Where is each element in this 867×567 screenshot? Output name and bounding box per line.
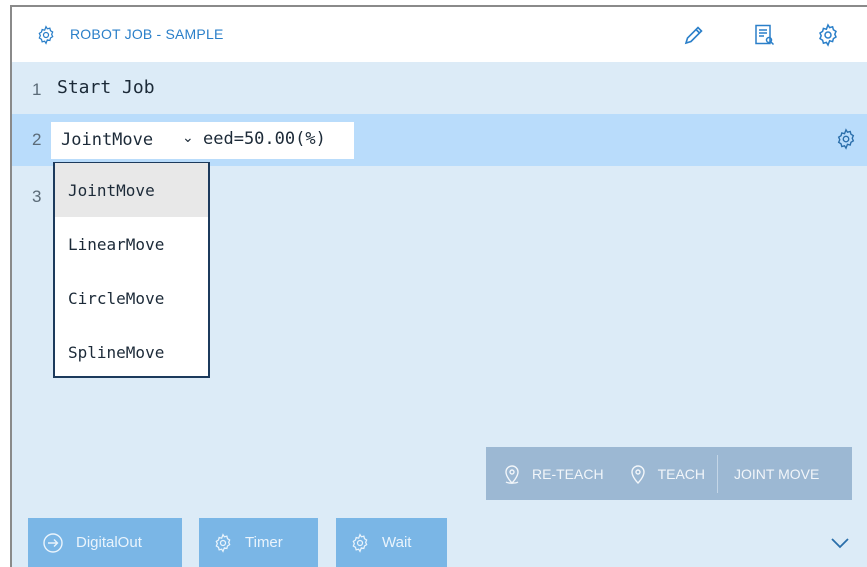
line-number: 2 (32, 130, 42, 149)
reteach-button[interactable]: RE-TEACH (486, 447, 616, 500)
digitalout-button[interactable]: DigitalOut (28, 518, 182, 567)
line-settings-icon[interactable] (835, 128, 857, 150)
header-bar: ROBOT JOB - SAMPLE (12, 7, 867, 62)
command-select[interactable]: JointMove (61, 130, 153, 150)
job-line-2[interactable]: 2 JointMove ⌄ eed=50.00(%) (12, 114, 867, 166)
option-splinemove[interactable]: SplineMove (55, 325, 208, 379)
gear-icon (38, 25, 54, 45)
timer-button[interactable]: Timer (199, 518, 318, 567)
gear-icon (350, 532, 370, 553)
wait-button[interactable]: Wait (336, 518, 447, 567)
command-editor[interactable]: JointMove ⌄ eed=50.00(%) (51, 122, 354, 159)
timer-label: Timer (245, 534, 283, 551)
speed-param[interactable]: eed=50.00(%) (203, 129, 326, 149)
chevron-down-icon[interactable] (829, 532, 851, 554)
gear-icon (213, 532, 233, 553)
list-search-icon[interactable] (750, 21, 778, 49)
option-circlemove[interactable]: CircleMove (55, 271, 208, 325)
job-line-1[interactable]: 1 Start Job (12, 64, 867, 116)
teach-toolbar: RE-TEACH TEACH JOINT MOVE (486, 447, 852, 500)
option-jointmove[interactable]: JointMove (55, 163, 208, 217)
command-dropdown: JointMove LinearMove CircleMove SplineMo… (53, 162, 210, 378)
option-linearmove[interactable]: LinearMove (55, 217, 208, 271)
teach-button[interactable]: TEACH (616, 447, 717, 500)
wait-label: Wait (382, 534, 412, 551)
pencil-icon[interactable] (680, 21, 708, 49)
jointmove-button[interactable]: JOINT MOVE (718, 447, 831, 500)
chevron-down-icon[interactable]: ⌄ (182, 129, 194, 146)
arrow-circle-icon (42, 532, 64, 554)
line-number: 3 (32, 187, 42, 206)
location-pin-icon (502, 463, 522, 485)
digitalout-label: DigitalOut (76, 534, 142, 551)
jointmove-label: JOINT MOVE (734, 465, 820, 482)
settings-icon[interactable] (814, 21, 842, 49)
reteach-label: RE-TEACH (532, 465, 604, 482)
line-number: 1 (32, 80, 42, 99)
line-code: Start Job (57, 77, 155, 98)
job-editor: ROBOT JOB - SAMPLE 1 Start Job 2 JointMo… (10, 5, 867, 567)
job-title: ROBOT JOB - SAMPLE (70, 26, 224, 42)
teach-label: TEACH (657, 465, 706, 482)
location-pin-icon (628, 463, 648, 485)
